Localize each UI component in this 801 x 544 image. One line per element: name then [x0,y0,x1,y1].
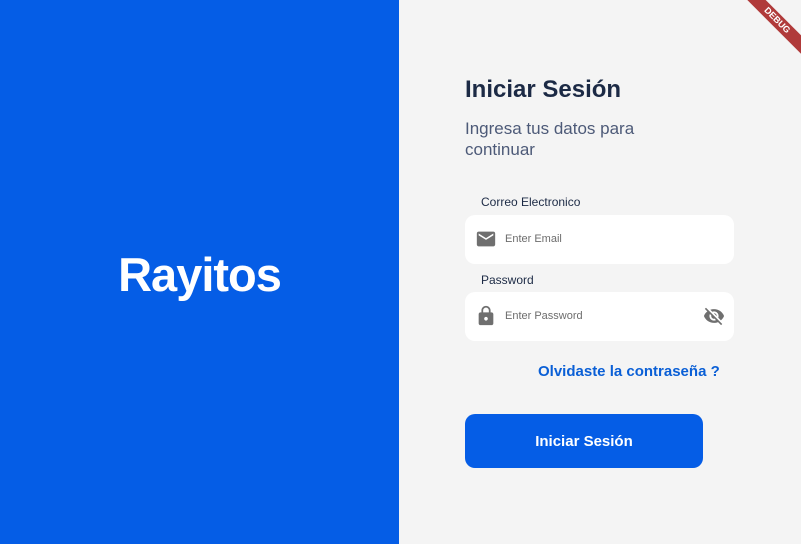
email-input[interactable] [505,229,685,249]
visibility-off-icon[interactable] [702,305,726,327]
brand-panel: Rayitos [0,0,399,544]
mail-icon [475,228,497,250]
password-field[interactable] [465,292,734,341]
brand-logo-text: Rayitos [118,248,282,301]
password-input[interactable] [505,306,685,326]
login-button[interactable]: Iniciar Sesión [465,414,703,468]
lock-icon [475,305,497,327]
page-subtitle: Ingresa tus datos para continuar [465,119,635,159]
debug-banner-label: DEBUG [737,0,801,61]
forgot-password-link[interactable]: Olvidaste la contraseña ? [538,363,720,380]
email-label: Correo Electronico [481,195,581,209]
page-title: Iniciar Sesión [465,76,622,103]
email-field[interactable] [465,215,734,264]
debug-banner: DEBUG [731,0,801,70]
password-label: Password [481,273,534,287]
